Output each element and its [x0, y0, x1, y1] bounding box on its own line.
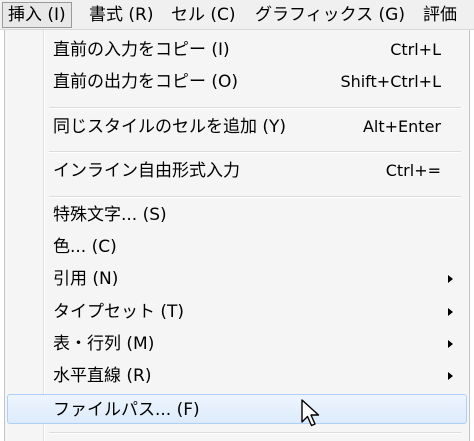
menu-item-copy-previous-input[interactable]: 直前の入力をコピー (I) Ctrl+L	[7, 35, 467, 65]
menu-item-label: タイプセット (T)	[53, 302, 185, 322]
menu-separator	[49, 107, 461, 109]
menu-cell[interactable]: セル (C)	[166, 2, 241, 28]
menu-item-label: 色... (C)	[53, 237, 117, 257]
menu-item-file-path[interactable]: ファイルパス... (F)	[7, 394, 467, 424]
submenu-arrow-icon	[448, 308, 453, 316]
menu-item-horizontal-line[interactable]: 水平直線 (R)	[7, 361, 467, 391]
submenu-arrow-icon	[448, 340, 453, 348]
insert-dropdown-menu: 直前の入力をコピー (I) Ctrl+L 直前の出力をコピー (O) Shift…	[4, 30, 470, 441]
menu-item-color[interactable]: 色... (C)	[7, 232, 467, 262]
menu-separator	[49, 196, 461, 198]
menu-insert[interactable]: 挿入 (I)	[2, 2, 72, 28]
menu-item-typeset[interactable]: タイプセット (T)	[7, 297, 467, 327]
menu-separator	[49, 432, 461, 434]
menu-separator	[49, 151, 461, 153]
menu-item-label: インライン自由形式入力	[53, 161, 240, 181]
menu-format[interactable]: 書式 (R)	[84, 2, 158, 28]
menu-item-table-matrix[interactable]: 表・行列 (M)	[7, 329, 467, 359]
menu-graphics[interactable]: グラフィックス (G)	[250, 2, 410, 28]
menu-item-label: 水平直線 (R)	[53, 366, 152, 386]
submenu-arrow-icon	[448, 372, 453, 380]
menu-item-label: 特殊文字... (S)	[53, 205, 167, 225]
menu-item-inline-free-form-input[interactable]: インライン自由形式入力 Ctrl+=	[7, 156, 467, 186]
menu-item-special-characters[interactable]: 特殊文字... (S)	[7, 200, 467, 230]
menu-item-shortcut: Shift+Ctrl+L	[340, 72, 441, 91]
menu-item-label: 直前の出力をコピー (O)	[53, 72, 239, 92]
menu-item-copy-previous-output[interactable]: 直前の出力をコピー (O) Shift+Ctrl+L	[7, 67, 467, 97]
menu-item-label: 表・行列 (M)	[53, 334, 155, 354]
menu-bar: 挿入 (I) 書式 (R) セル (C) グラフィックス (G) 評価	[0, 0, 474, 30]
menu-item-shortcut: Ctrl+=	[385, 161, 441, 180]
menu-item-shortcut: Ctrl+L	[390, 40, 441, 59]
mouse-pointer-icon	[301, 399, 320, 427]
menu-evaluation[interactable]: 評価	[418, 2, 462, 28]
menu-item-add-same-style-cell[interactable]: 同じスタイルのセルを追加 (Y) Alt+Enter	[7, 112, 467, 142]
menu-item-label: 同じスタイルのセルを追加 (Y)	[53, 117, 287, 137]
menu-item-label: 直前の入力をコピー (I)	[53, 40, 230, 60]
menu-item-shortcut: Alt+Enter	[362, 117, 441, 136]
submenu-arrow-icon	[448, 275, 453, 283]
menu-item-label: 引用 (N)	[53, 269, 119, 289]
menu-item-citation[interactable]: 引用 (N)	[7, 264, 467, 294]
menu-item-label: ファイルパス... (F)	[53, 400, 200, 420]
